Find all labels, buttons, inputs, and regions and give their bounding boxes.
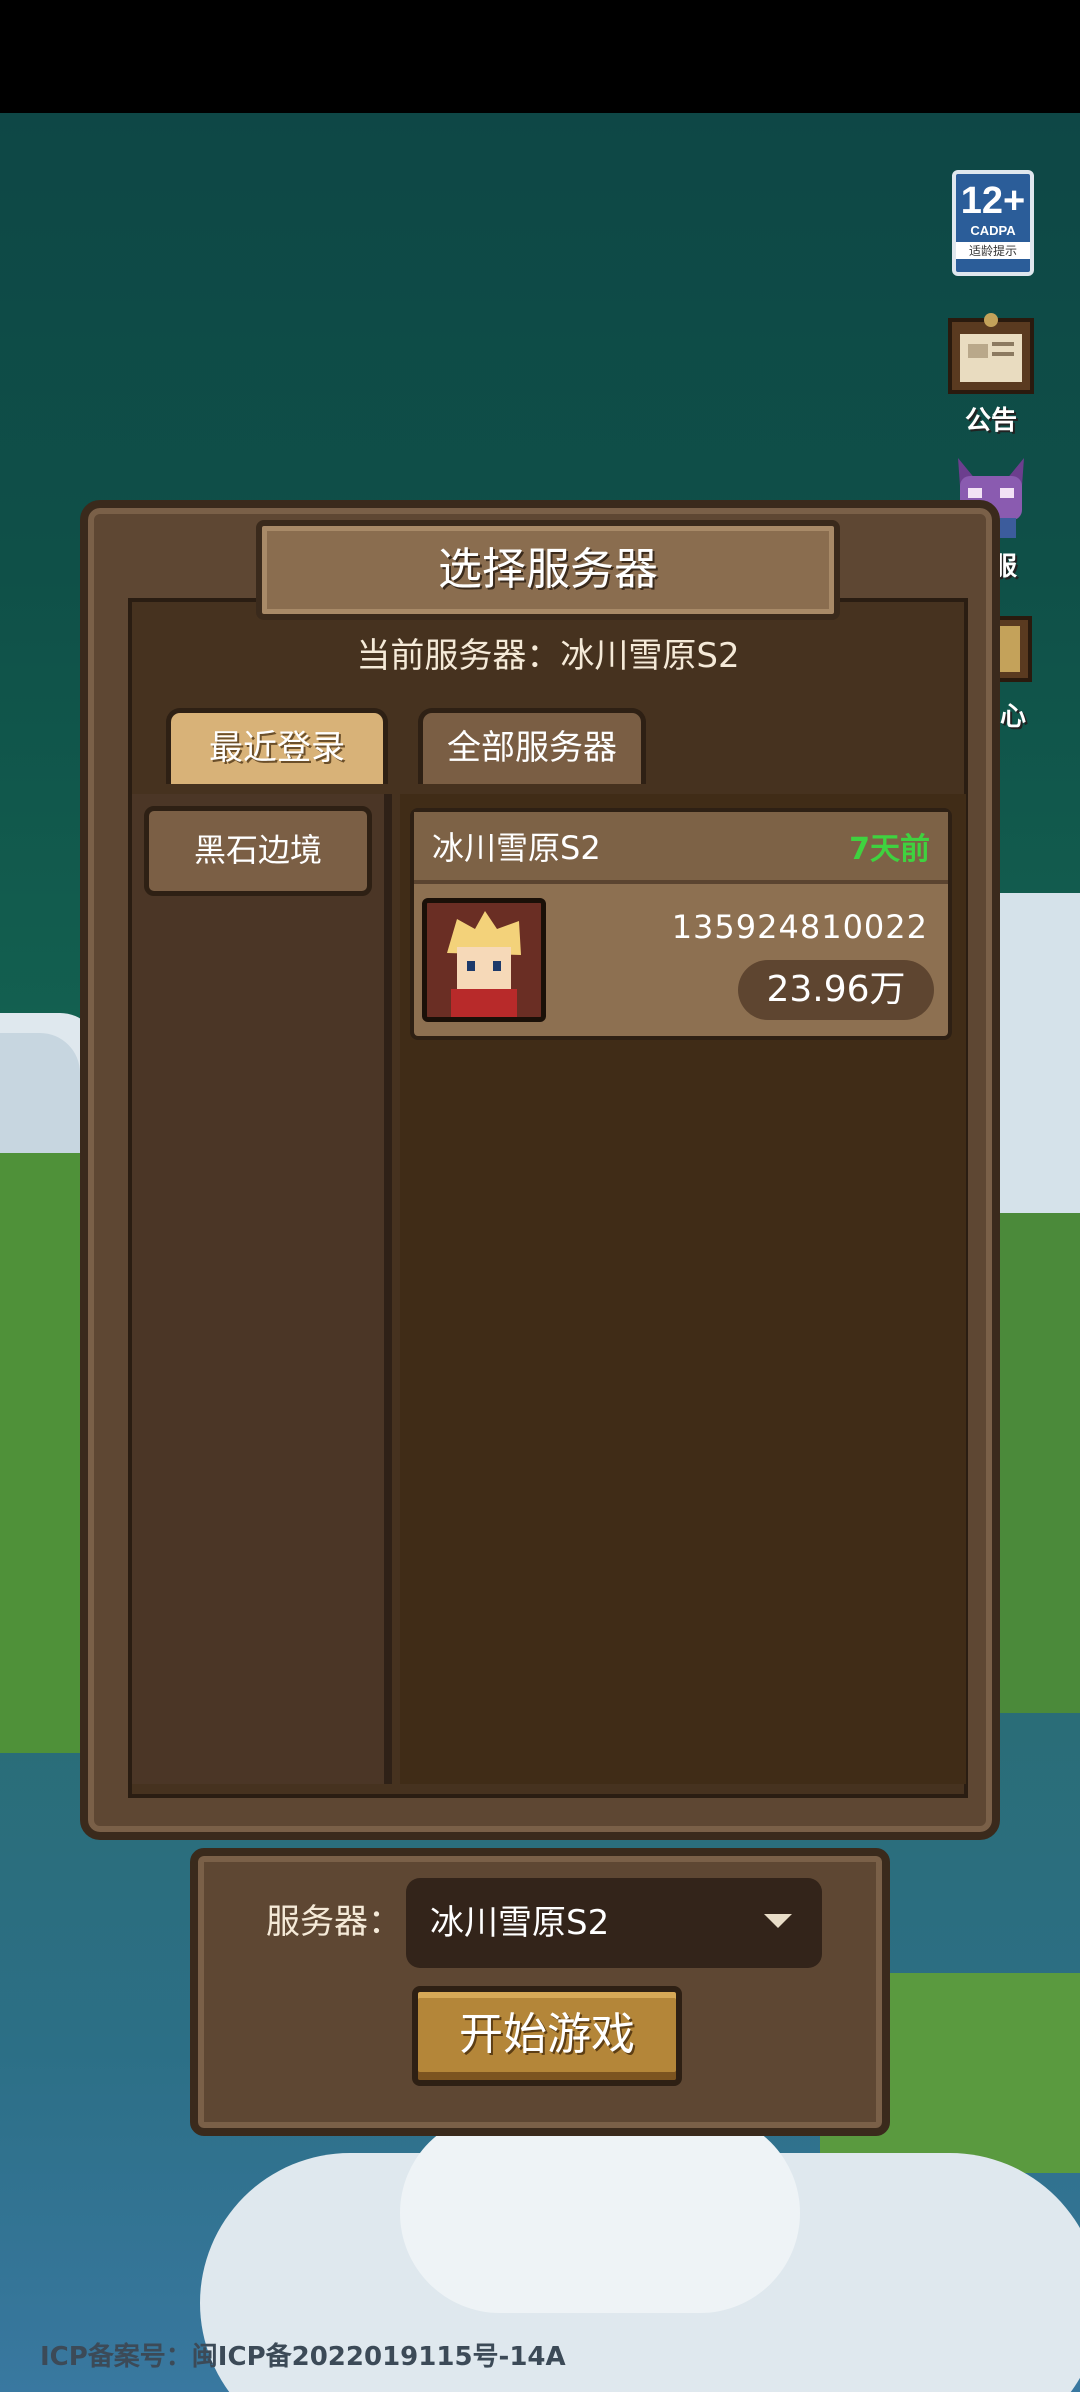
current-server-text: 当前服务器：冰川雪原S2 [356,636,740,676]
notice-button[interactable]: 公告 [946,312,1036,437]
account-uid: 135924810022 [671,908,928,946]
status-bar [0,0,1080,113]
selected-server: 冰川雪原S2 [430,1903,610,1943]
dropdown-arrow-icon [764,1914,792,1928]
server-card-header: 冰川雪原S2 7天前 [414,812,948,884]
server-list: 冰川雪原S2 7天前 135924810022 23.96万 [400,794,966,1784]
last-login-time: 7天前 [849,832,930,867]
server-card[interactable]: 冰川雪原S2 7天前 135924810022 23.96万 [410,808,952,1040]
start-game-button[interactable]: 开始游戏 [412,1986,682,2086]
cloud-bottom-2 [400,2113,800,2313]
login-panel: 服务器： 冰川雪原S2 开始游戏 [190,1848,890,2136]
tab-all-servers[interactable]: 全部服务器 [418,708,646,784]
server-name: 冰川雪原S2 [432,829,601,867]
hero-portrait-icon [427,903,541,1017]
dialog-title: 选择服务器 [256,520,840,620]
server-select-dialog: 选择服务器 当前服务器：冰川雪原S2 最近登录 全部服务器 黑石边境 冰川雪原S… [80,500,1000,1840]
age-rating-badge[interactable]: 12+ CADPA 适龄提示 [952,170,1034,276]
age-rating-value: 12+ [960,180,1026,222]
server-dropdown[interactable]: 冰川雪原S2 [406,1878,822,1968]
age-rating-note: 适龄提示 [956,242,1030,259]
region-list: 黑石边境 [132,794,392,1784]
tab-recent-login[interactable]: 最近登录 [166,708,388,784]
combat-power-badge: 23.96万 [738,960,934,1020]
age-rating-org: CADPA [970,223,1016,238]
notice-label: 公告 [964,406,1017,436]
region-item[interactable]: 黑石边境 [144,806,372,896]
icp-record: ICP备案号：闽ICP备2022019115号-14A [40,2342,566,2372]
server-label: 服务器： [266,1902,402,1942]
character-avatar [422,898,546,1022]
notice-board-icon [948,313,1034,394]
